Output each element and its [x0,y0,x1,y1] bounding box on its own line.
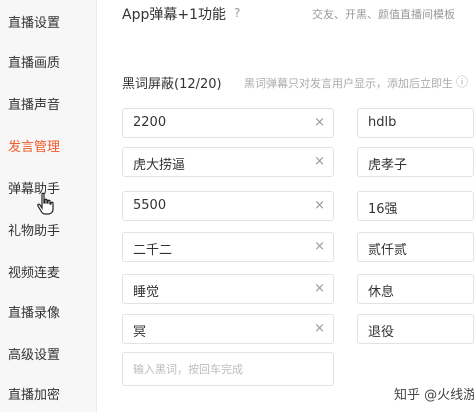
blocked-word-chip: 2200 × [122,108,334,138]
blocked-word: 5500 [133,198,167,213]
remove-icon[interactable]: × [314,239,325,254]
remove-icon[interactable]: × [314,115,325,130]
sidebar-item-gift-assistant[interactable]: 礼物助手 [8,220,60,239]
blocked-word-chip: 虎孝子 [357,147,474,177]
app-bullet-title: App弹幕+1功能 [122,7,226,23]
watermark: 知乎 @火线游戏 [394,388,474,403]
remove-icon[interactable]: × [314,154,325,169]
blocked-word: 睡觉 [133,285,160,300]
blocked-word-chip: 二千二 × [122,232,334,262]
app-bullet-description: 交友、开黑、颜值直播间模板 [312,8,455,21]
blocked-word-chip: 16强 [357,191,474,221]
help-icon[interactable]: ? [234,6,240,20]
blocked-word: 16强 [368,202,398,217]
remove-icon[interactable]: × [314,321,325,336]
blocked-word: 冥 [133,325,147,340]
remove-icon[interactable]: × [314,281,325,296]
blocked-word: 退役 [368,325,395,340]
blocklist-description: 黑词弹幕只对发言用户显示，添加后立即生 [244,77,453,90]
blocked-word-chip: hdlb [357,108,474,138]
blocked-word: 二千二 [133,243,173,258]
sidebar-item-live-recording[interactable]: 直播录像 [8,302,60,321]
blocked-word: hdlb [368,115,397,130]
sidebar-item-live-quality[interactable]: 直播画质 [8,52,60,71]
remove-icon[interactable]: × [314,198,325,213]
blocked-word: 休息 [368,285,395,300]
info-icon: ⓘ [456,75,469,89]
sidebar-item-live-encryption[interactable]: 直播加密 [8,384,60,403]
blocked-word-chip: 虎大捞逼 × [122,147,334,177]
blocked-word: 2200 [133,115,167,130]
blocked-word-chip: 5500 × [122,191,334,221]
blocked-word: 虎大捞逼 [133,158,186,173]
blocked-word: 贰仟贰 [368,243,408,258]
hand-cursor-icon [37,192,54,215]
blocked-word-chip: 冥 × [122,314,334,344]
sidebar-item-speech-management[interactable]: 发言管理 [8,136,60,155]
blocked-word-chip: 睡觉 × [122,274,334,304]
blocked-word-chip: 退役 [357,314,474,344]
blocked-word-input[interactable] [122,352,334,386]
sidebar-item-live-settings[interactable]: 直播设置 [8,12,60,31]
sidebar-item-video-link[interactable]: 视频连麦 [8,262,60,281]
blocked-word: 虎孝子 [368,158,408,173]
blocklist-title: 黑词屏蔽(12/20) [122,77,222,92]
blocked-word-chip: 休息 [357,274,474,304]
sidebar-item-live-sound[interactable]: 直播声音 [8,94,60,113]
sidebar-item-advanced-settings[interactable]: 高级设置 [8,344,60,363]
main-panel: App弹幕+1功能 ? 交友、开黑、颜值直播间模板 黑词屏蔽(12/20) 黑词… [96,0,474,412]
blocked-word-chip: 贰仟贰 [357,232,474,262]
